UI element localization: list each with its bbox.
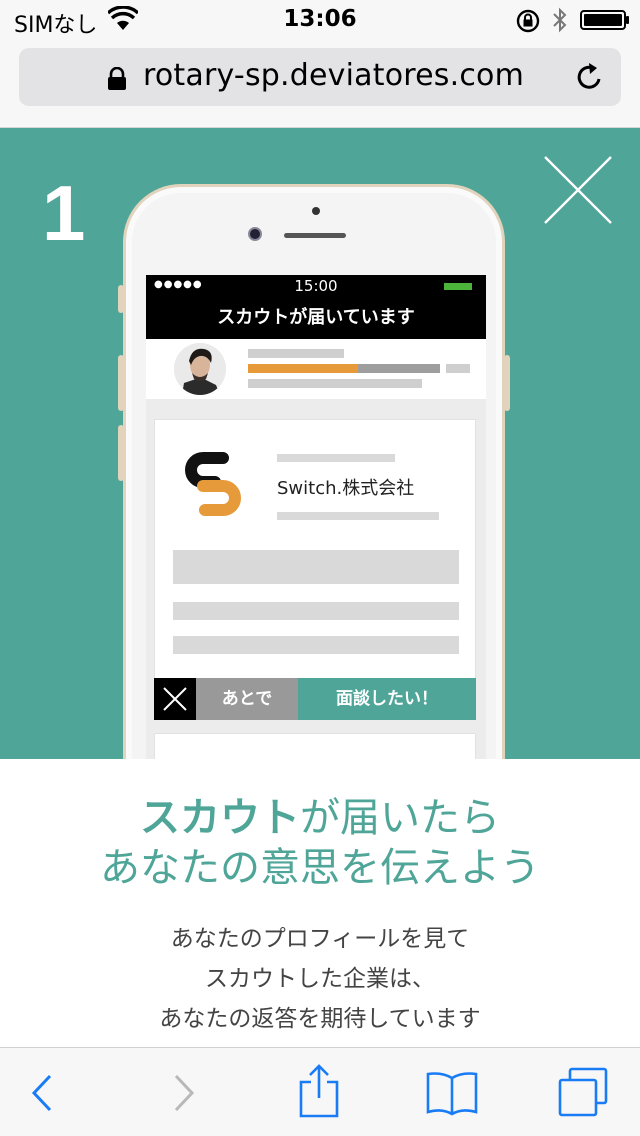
- mock-profile-row: [146, 339, 486, 399]
- placeholder-bar: [277, 454, 395, 462]
- progress-bar-track: [358, 364, 440, 373]
- description-line-1: あなたのプロフィールを見て: [170, 926, 470, 952]
- meet-button[interactable]: 面談したい！: [298, 678, 476, 720]
- headline-line-2: あなたの意思を伝えよう: [100, 845, 540, 891]
- description: あなたのプロフィールを見て スカウトした企業は、 あなたの返答を期待しています: [0, 919, 640, 1039]
- url-text[interactable]: rotary-sp.deviatores.com: [143, 58, 524, 93]
- phone-camera: [248, 227, 262, 241]
- step-number: 1: [42, 169, 86, 257]
- decline-button[interactable]: [154, 678, 196, 720]
- next-scout-card: [154, 733, 476, 759]
- mock-battery-icon: [444, 283, 472, 290]
- phone-mute-switch: [118, 285, 124, 313]
- address-bar[interactable]: rotary-sp.deviatores.com: [19, 48, 621, 106]
- battery-icon: [580, 10, 629, 30]
- share-icon[interactable]: [294, 1062, 344, 1118]
- phone-power-button: [504, 355, 510, 411]
- forward-icon[interactable]: [158, 1070, 208, 1116]
- later-button[interactable]: あとで: [196, 678, 298, 720]
- placeholder-bar: [446, 364, 470, 373]
- mock-action-row: あとで 面談したい！: [154, 678, 476, 720]
- bluetooth-icon: [553, 7, 567, 33]
- lock-icon: [108, 67, 126, 90]
- rotation-lock-icon: [516, 9, 540, 33]
- mock-title: スカウトが届いています: [146, 299, 486, 339]
- phone-volume-up: [118, 355, 124, 411]
- status-time: 13:06: [283, 6, 357, 32]
- reload-icon[interactable]: [575, 62, 605, 92]
- headline: スカウトが届いたら あなたの意思を伝えよう: [0, 793, 640, 893]
- browser-toolbar: [0, 1047, 640, 1136]
- placeholder-bar: [248, 349, 344, 358]
- company-logo-icon: [185, 452, 241, 516]
- mock-status-time: 15:00: [294, 277, 338, 295]
- close-icon: [163, 687, 187, 711]
- person-photo-icon: [174, 343, 226, 395]
- phone-volume-down: [118, 425, 124, 481]
- back-icon[interactable]: [20, 1070, 70, 1116]
- close-icon[interactable]: [543, 155, 613, 225]
- phone-speaker: [284, 233, 346, 238]
- headline-rest: が届いたら: [300, 795, 500, 841]
- hero-section: 1 ●●●●● 15:00 スカウトが届いています Switch.株式会社 あと…: [0, 128, 640, 759]
- placeholder-block: [173, 602, 459, 620]
- placeholder-bar: [277, 512, 439, 520]
- company-name: Switch.株式会社: [277, 478, 415, 499]
- headline-line-1: スカウトが届いたら: [0, 793, 640, 843]
- bookmarks-icon[interactable]: [424, 1070, 480, 1116]
- status-bar: SIMなし 13:06: [0, 0, 640, 40]
- description-line-3: あなたの返答を期待しています: [159, 1006, 481, 1032]
- placeholder-block: [173, 636, 459, 654]
- description-line-2: スカウトした企業は、: [205, 966, 435, 992]
- tabs-icon[interactable]: [556, 1066, 610, 1118]
- browser-address-area: rotary-sp.deviatores.com: [0, 40, 640, 128]
- placeholder-bar: [248, 379, 422, 388]
- headline-emphasis: スカウト: [140, 795, 300, 841]
- progress-bar-fill: [248, 364, 358, 373]
- placeholder-block: [173, 550, 459, 584]
- avatar: [174, 343, 226, 395]
- phone-sensor: [312, 207, 320, 215]
- content-section: スカウトが届いたら あなたの意思を伝えよう あなたのプロフィールを見て スカウト…: [0, 759, 640, 1047]
- scout-card: Switch.株式会社: [154, 419, 476, 719]
- phone-screen: ●●●●● 15:00 スカウトが届いています Switch.株式会社 あとで …: [146, 275, 486, 759]
- phone-mockup: ●●●●● 15:00 スカウトが届いています Switch.株式会社 あとで …: [118, 184, 510, 759]
- mock-status-bar: ●●●●● 15:00: [146, 275, 486, 299]
